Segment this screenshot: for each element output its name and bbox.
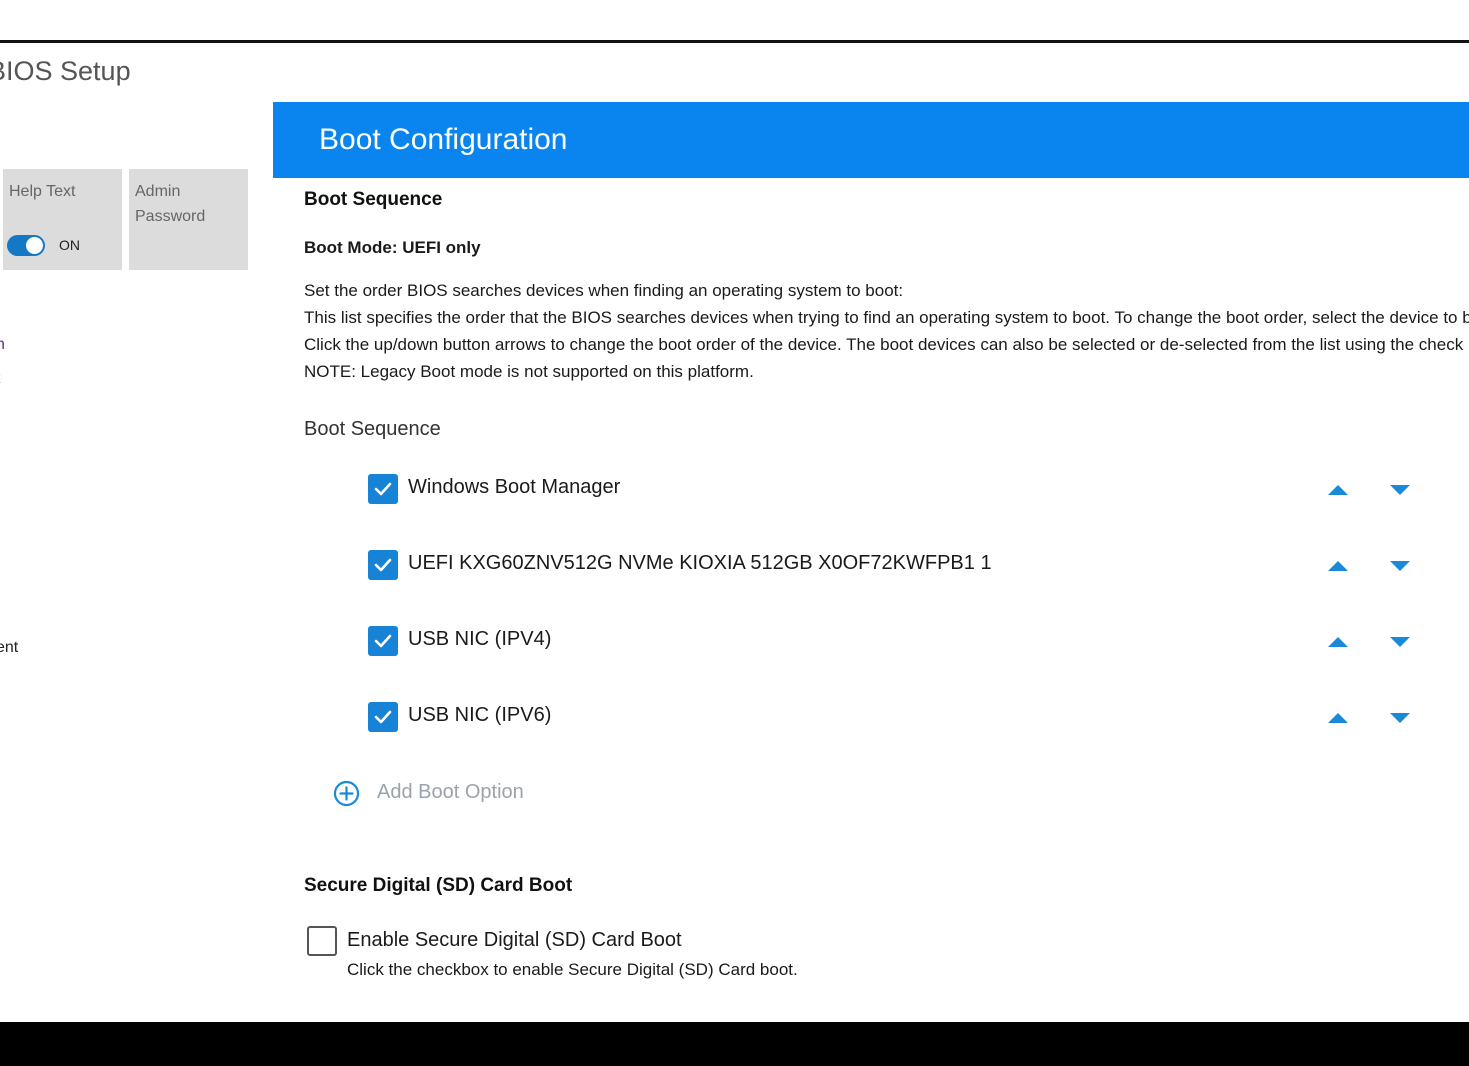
boot-sequence-heading: Boot Sequence: [304, 189, 443, 210]
toggle-knob: [26, 237, 43, 254]
top-divider: [0, 40, 1469, 43]
arrow-up-icon[interactable]: [1327, 635, 1349, 649]
arrow-up-icon[interactable]: [1327, 483, 1349, 497]
boot-configuration-header: Boot Configuration: [273, 102, 1469, 178]
app-title: BIOS Setup: [0, 56, 131, 86]
arrow-down-icon[interactable]: [1389, 711, 1411, 725]
description-line: Set the order BIOS searches devices when…: [304, 281, 904, 300]
page-title: Boot Configuration: [319, 123, 568, 156]
boot-item-checkbox[interactable]: [368, 702, 398, 732]
boot-item-row: USB NIC (IPV6): [368, 697, 1448, 737]
help-text-label: Help Text: [9, 183, 76, 200]
check-icon: [374, 634, 392, 648]
boot-mode-text: Boot Mode: UEFI only: [304, 238, 481, 257]
admin-password-label: Admin Password: [135, 183, 206, 225]
help-text-toggle[interactable]: [7, 235, 45, 256]
sd-card-boot-option: Enable Secure Digital (SD) Card Boot: [307, 925, 907, 957]
arrow-up-icon[interactable]: [1327, 711, 1349, 725]
admin-password-tile[interactable]: Admin Password: [129, 169, 248, 270]
arrow-down-icon[interactable]: [1389, 483, 1411, 497]
boot-item-label: USB NIC (IPV6): [408, 704, 552, 726]
boot-item-checkbox[interactable]: [368, 626, 398, 656]
check-icon: [374, 558, 392, 572]
boot-item-row: UEFI KXG60ZNV512G NVMe KIOXIA 512GB X0OF…: [368, 545, 1448, 585]
check-icon: [374, 710, 392, 724]
arrow-down-icon[interactable]: [1389, 635, 1411, 649]
boot-item-label: USB NIC (IPV4): [408, 628, 552, 650]
sd-card-boot-help: Click the checkbox to enable Secure Digi…: [347, 960, 798, 979]
sd-card-boot-heading: Secure Digital (SD) Card Boot: [304, 875, 573, 896]
sd-card-boot-label: Enable Secure Digital (SD) Card Boot: [347, 929, 682, 951]
description-line: Click the up/down button arrows to chang…: [304, 335, 1469, 354]
bottom-bar: [0, 1022, 1469, 1066]
arrow-up-icon[interactable]: [1327, 559, 1349, 573]
boot-item-label: Windows Boot Manager: [408, 476, 621, 498]
add-boot-option-label: Add Boot Option: [377, 781, 524, 803]
sidebar-fragment[interactable]: ent: [0, 639, 18, 657]
plus-circle-icon: [333, 780, 360, 807]
boot-item-checkbox[interactable]: [368, 550, 398, 580]
boot-sequence-description: Set the order BIOS searches devices when…: [304, 277, 1469, 385]
sidebar-fragment[interactable]: n: [0, 336, 5, 354]
boot-item-checkbox[interactable]: [368, 474, 398, 504]
boot-item-row: Windows Boot Manager: [368, 469, 1448, 509]
check-icon: [374, 482, 392, 496]
help-text-toggle-state: ON: [59, 237, 80, 253]
sd-card-boot-checkbox[interactable]: [307, 926, 337, 956]
bios-setup-page: BIOS Setup Help Text ON Admin Password n…: [0, 0, 1469, 1066]
arrow-down-icon[interactable]: [1389, 559, 1411, 573]
help-text-tile[interactable]: Help Text ON: [3, 169, 122, 270]
description-line: This list specifies the order that the B…: [304, 308, 1469, 327]
description-line: NOTE: Legacy Boot mode is not supported …: [304, 362, 754, 381]
boot-item-row: USB NIC (IPV4): [368, 621, 1448, 661]
boot-item-label: UEFI KXG60ZNV512G NVMe KIOXIA 512GB X0OF…: [408, 552, 992, 574]
boot-sequence-list-label: Boot Sequence: [304, 418, 441, 440]
